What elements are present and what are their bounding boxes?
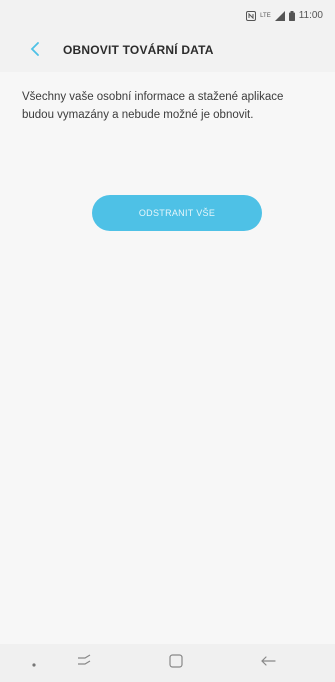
navigation-bar	[0, 644, 335, 682]
page-title: OBNOVIT TOVÁRNÍ DATA	[63, 43, 214, 57]
app-header: OBNOVIT TOVÁRNÍ DATA	[0, 30, 335, 72]
system-back-button[interactable]	[256, 652, 280, 674]
chevron-left-icon	[30, 41, 40, 61]
signal-icon	[274, 10, 285, 21]
recent-apps-button[interactable]	[72, 652, 96, 674]
nav-dot-button[interactable]	[22, 652, 46, 674]
recent-apps-icon	[76, 653, 92, 673]
dot-icon	[32, 654, 36, 672]
status-time: 11:00	[298, 10, 323, 21]
nfc-icon	[246, 10, 257, 21]
home-icon	[169, 653, 183, 673]
status-bar: LTE 11:00	[0, 0, 335, 30]
back-arrow-icon	[260, 654, 276, 672]
status-icons: LTE 11:00	[246, 10, 323, 21]
home-button[interactable]	[164, 652, 188, 674]
delete-all-button[interactable]: ODSTRANIT VŠE	[92, 195, 262, 231]
back-button[interactable]	[22, 38, 48, 64]
lte-icon: LTE	[260, 12, 271, 19]
description-text: Všechny vaše osobní informace a stažené …	[22, 91, 284, 121]
battery-icon	[288, 10, 295, 21]
